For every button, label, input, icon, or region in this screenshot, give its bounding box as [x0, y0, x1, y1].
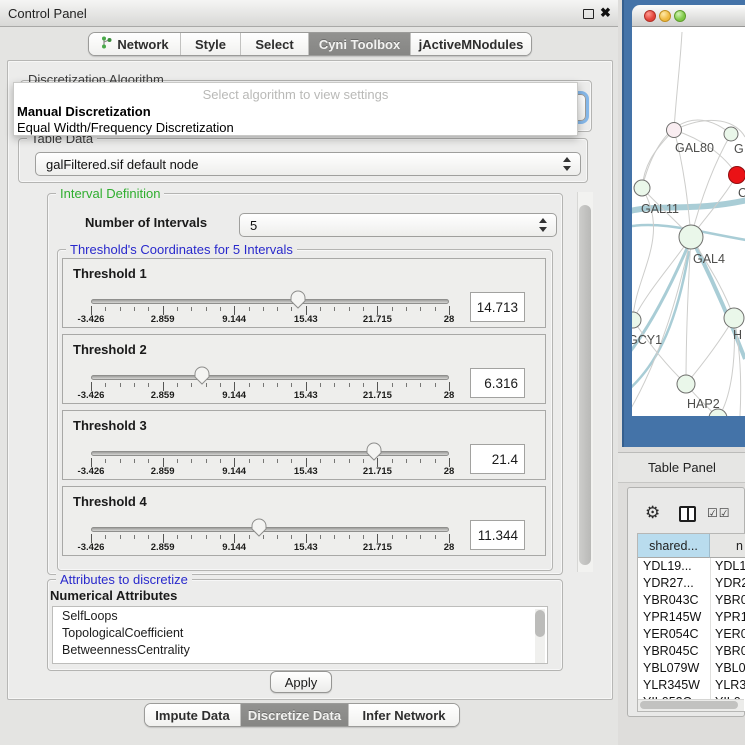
list-item[interactable]: TopologicalCoefficient: [62, 626, 183, 640]
stepper-arrows-icon: [563, 157, 572, 171]
threshold-4-panel: Threshold 4 -3.426 2.859 9.144 15.43 21.…: [62, 486, 546, 556]
panel-scrollbar-thumb[interactable]: [579, 205, 591, 565]
slider-thumb[interactable]: [251, 518, 267, 537]
list-item[interactable]: SelfLoops: [62, 609, 118, 623]
node-hap2[interactable]: [677, 375, 695, 393]
table-data-group: Table Data galFiltered.sif default node: [18, 138, 588, 183]
node[interactable]: [724, 308, 744, 328]
num-intervals-label: Number of Intervals: [85, 215, 207, 230]
minimize-traffic-light-icon[interactable]: [659, 10, 671, 22]
threshold-3-panel: Threshold 3 -3.426 2.859 9.144 15.43 21.…: [62, 410, 546, 480]
numerical-attributes-label: Numerical Attributes: [50, 588, 177, 603]
gear-icon[interactable]: ⚙: [645, 503, 660, 523]
float-window-icon[interactable]: [583, 9, 594, 19]
tab-impute-data[interactable]: Impute Data: [145, 704, 241, 726]
threshold-2-panel: Threshold 2 -3.426 2.859 9.144 15.43 21.…: [62, 334, 546, 404]
list-scrollbar[interactable]: [535, 609, 545, 663]
table-row[interactable]: YPR145WYPR1: [638, 609, 745, 626]
tab-network[interactable]: Network: [89, 33, 181, 55]
table-row[interactable]: YBL079WYBL0: [638, 660, 745, 677]
slider-track[interactable]: [91, 451, 449, 456]
table-horizontal-scrollbar-thumb[interactable]: [640, 701, 738, 709]
algorithm-dropdown-popup: Select algorithm to view settings Manual…: [13, 82, 578, 136]
tab-select[interactable]: Select: [241, 33, 309, 55]
tab-cyni-toolbox[interactable]: Cyni Toolbox: [309, 33, 411, 55]
tab-jactivemnodules[interactable]: jActiveMNodules: [411, 33, 531, 55]
column-header-name[interactable]: n: [710, 534, 745, 558]
threshold-slider[interactable]: -3.426 2.859 9.144 15.43 21.715 28: [63, 487, 483, 557]
stepper-arrows-icon: [539, 218, 548, 232]
option-equal-width-frequency[interactable]: Equal Width/Frequency Discretization: [17, 120, 234, 135]
slider-track[interactable]: [91, 527, 449, 532]
table-row[interactable]: YER054CYER0: [638, 626, 745, 643]
node-gcy1[interactable]: [632, 312, 641, 328]
zoom-traffic-light-icon[interactable]: [674, 10, 686, 22]
control-panel-title: Control Panel: [8, 6, 87, 21]
tab-discretize-data[interactable]: Discretize Data: [241, 704, 349, 726]
option-manual-discretization[interactable]: Manual Discretization: [17, 104, 151, 119]
slider-track[interactable]: [91, 299, 449, 304]
node-gal80[interactable]: [667, 123, 682, 138]
node-selected-red[interactable]: [729, 167, 745, 184]
control-panel-tabbar: Network Style Select Cyni Toolbox jActiv…: [88, 32, 532, 56]
slider-thumb[interactable]: [290, 290, 306, 309]
svg-text:GCY1: GCY1: [632, 333, 662, 347]
svg-text:C: C: [738, 186, 745, 200]
table-data-select[interactable]: galFiltered.sif default node: [35, 152, 581, 176]
table-row[interactable]: YLR345WYLR3: [638, 677, 745, 694]
threshold-1-panel: Threshold 1 -3.426 2.859 9.144 15.43 21.…: [62, 258, 546, 328]
close-traffic-light-icon[interactable]: [644, 10, 656, 22]
svg-text:H: H: [733, 328, 742, 342]
slider-thumb[interactable]: [366, 442, 382, 461]
node-table: shared... n YDL19...YDL1 YDR27...YDR2 YB…: [637, 533, 745, 712]
slider-track[interactable]: [91, 375, 449, 380]
table-row[interactable]: YBR043CYBR0: [638, 592, 745, 609]
svg-text:GAL11: GAL11: [641, 202, 679, 216]
num-intervals-select[interactable]: 5: [239, 213, 557, 237]
control-panel-titlebar: [0, 0, 620, 27]
bottom-tabbar: Impute Data Discretize Data Infer Networ…: [144, 703, 460, 727]
columns-icon[interactable]: [679, 506, 696, 522]
table-row[interactable]: YDL19...YDL1: [638, 558, 745, 575]
threshold-value-field[interactable]: 21.4: [470, 444, 525, 474]
apply-button[interactable]: Apply: [270, 671, 332, 693]
thresholds-title: Threshold's Coordinates for 5 Intervals: [66, 242, 297, 257]
numerical-attributes-list: SelfLoops TopologicalCoefficient Between…: [52, 606, 548, 664]
network-icon: [100, 36, 112, 52]
list-scrollbar-thumb[interactable]: [535, 610, 545, 637]
algorithm-hint: Select algorithm to view settings: [14, 87, 577, 102]
threshold-value-field[interactable]: 6.316: [470, 368, 525, 398]
slider-thumb[interactable]: [194, 366, 210, 385]
network-canvas[interactable]: GAL80 GAL11 GAL4 GCY1 HAP2 G C H: [632, 27, 745, 416]
tab-infer-network[interactable]: Infer Network: [349, 704, 459, 726]
attributes-title: Attributes to discretize: [56, 572, 192, 587]
list-item[interactable]: BetweennessCentrality: [62, 643, 190, 657]
threshold-value-field[interactable]: 14.713: [470, 292, 525, 322]
interval-definition-title: Interval Definition: [56, 186, 164, 201]
node-gal11[interactable]: [634, 180, 650, 196]
checkbox-icons[interactable]: ☑☑: [707, 506, 731, 520]
table-row[interactable]: YBR045CYBR0: [638, 643, 745, 660]
table-panel-title: Table Panel: [648, 460, 716, 475]
node-gal4[interactable]: [679, 225, 703, 249]
svg-text:G: G: [734, 142, 744, 156]
close-icon[interactable]: ✖: [600, 5, 611, 21]
svg-text:HAP2: HAP2: [687, 397, 720, 411]
svg-text:GAL4: GAL4: [693, 252, 725, 266]
column-header-shared[interactable]: shared...: [638, 534, 710, 558]
network-window-titlebar[interactable]: [632, 5, 745, 27]
threshold-slider[interactable]: -3.426 2.859 9.144 15.43 21.715 28: [63, 335, 483, 405]
svg-text:GAL80: GAL80: [675, 141, 714, 155]
threshold-slider[interactable]: -3.426 2.859 9.144 15.43 21.715 28: [63, 259, 483, 329]
tab-style[interactable]: Style: [181, 33, 241, 55]
threshold-value-field[interactable]: 11.344: [470, 520, 525, 550]
threshold-slider[interactable]: -3.426 2.859 9.144 15.43 21.715 28: [63, 411, 483, 481]
table-row[interactable]: YDR27...YDR2: [638, 575, 745, 592]
node[interactable]: [724, 127, 738, 141]
